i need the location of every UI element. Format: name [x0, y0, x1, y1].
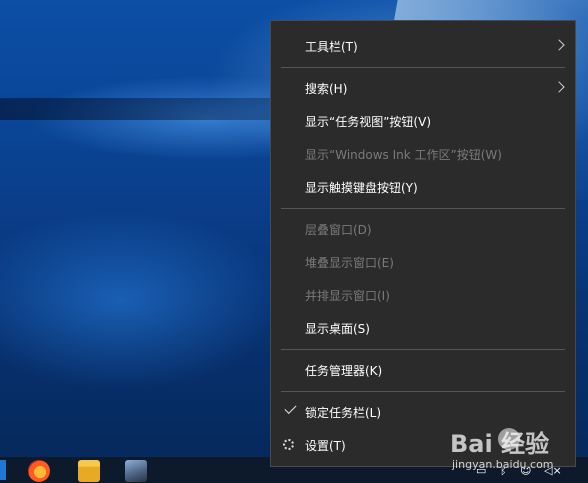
menu-item-label: 锁定任务栏(L) [305, 406, 382, 420]
firefox-icon[interactable] [28, 460, 50, 482]
baidu-paw-icon [498, 428, 520, 450]
start-button[interactable] [0, 460, 6, 480]
watermark-url: jingyan.baidu.com [452, 458, 554, 471]
menu-item-search[interactable]: 搜索(H) [271, 74, 575, 102]
menu-separator [281, 349, 565, 350]
menu-item-stack-windows: 堆叠显示窗口(E) [271, 248, 575, 276]
menu-item-label: 堆叠显示窗口(E) [305, 256, 394, 270]
menu-item-label: 显示“任务视图”按钮(V) [305, 115, 432, 129]
menu-item-show-windows-ink: 显示“Windows Ink 工作区”按钮(W) [271, 140, 575, 168]
menu-item-task-manager[interactable]: 任务管理器(K) [271, 356, 575, 384]
menu-item-label: 设置(T) [305, 439, 346, 453]
chevron-right-icon [553, 39, 565, 51]
menu-item-toolbars[interactable]: 工具栏(T) [271, 32, 575, 60]
menu-separator [281, 391, 565, 392]
file-explorer-icon[interactable] [78, 460, 100, 482]
menu-item-label: 层叠窗口(D) [305, 223, 372, 237]
menu-item-label: 显示“Windows Ink 工作区”按钮(W) [305, 148, 502, 162]
menu-item-cascade-windows: 层叠窗口(D) [271, 215, 575, 243]
menu-item-label: 显示桌面(S) [305, 322, 370, 336]
chevron-right-icon [553, 81, 565, 93]
menu-separator [281, 67, 565, 68]
menu-item-label: 任务管理器(K) [305, 364, 383, 378]
menu-item-lock-taskbar[interactable]: 锁定任务栏(L) [271, 398, 575, 426]
taskbar-context-menu: 工具栏(T) 搜索(H) 显示“任务视图”按钮(V) 显示“Windows In… [270, 20, 576, 467]
menu-item-show-task-view[interactable]: 显示“任务视图”按钮(V) [271, 107, 575, 135]
checkmark-icon [284, 401, 297, 415]
menu-item-show-touch-keyboard[interactable]: 显示触摸键盘按钮(Y) [271, 173, 575, 201]
photo-app-icon[interactable] [125, 460, 147, 482]
menu-item-label: 显示触摸键盘按钮(Y) [305, 181, 418, 195]
menu-item-label: 并排显示窗口(I) [305, 289, 390, 303]
gear-icon [283, 439, 294, 450]
menu-separator [281, 208, 565, 209]
menu-item-show-desktop[interactable]: 显示桌面(S) [271, 314, 575, 342]
menu-item-label: 工具栏(T) [305, 40, 358, 54]
menu-item-side-by-side: 并排显示窗口(I) [271, 281, 575, 309]
wallpaper-band [0, 98, 300, 120]
menu-item-label: 搜索(H) [305, 82, 348, 96]
baidu-jingyan-watermark: Bai 经验 jingyan.baidu.com [450, 424, 584, 480]
